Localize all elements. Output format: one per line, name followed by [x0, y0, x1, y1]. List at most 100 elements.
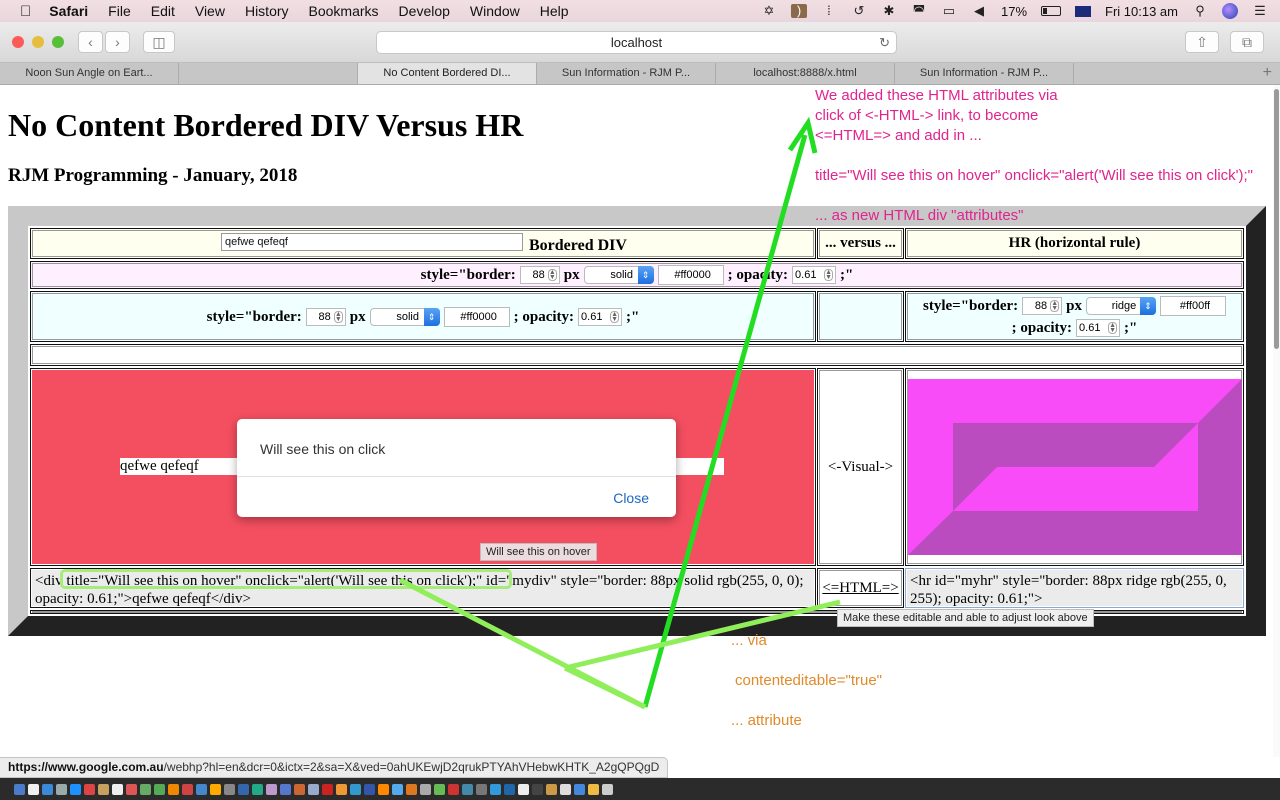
hr-opacity-input[interactable]: 0.61 ▲ ▼ [1076, 319, 1121, 338]
airplay-icon[interactable]: ▭ [941, 4, 957, 18]
content-textarea[interactable]: qefwe qefeqf [221, 233, 523, 251]
time-machine-icon[interactable]: ↺ [851, 4, 867, 18]
dock-app-icon[interactable] [588, 783, 599, 795]
menu-history[interactable]: History [245, 3, 289, 19]
dock-app-icon[interactable] [490, 783, 501, 795]
dock-app-icon[interactable] [392, 783, 403, 795]
bluetooth-icon[interactable]: ✱ [881, 4, 897, 18]
document-icon[interactable] [28, 783, 39, 795]
dock-app-icon[interactable] [308, 783, 319, 795]
menu-help[interactable]: Help [540, 3, 569, 19]
dock-app-icon[interactable] [210, 783, 221, 795]
shared-border-width-input[interactable]: 88 ▲ ▼ [519, 266, 560, 285]
dock-app-icon[interactable] [154, 783, 165, 795]
menu-file[interactable]: File [108, 3, 131, 19]
shared-border-style-select[interactable]: solid ⇕ [583, 266, 654, 285]
volume-icon[interactable]: ◀ [971, 4, 987, 18]
zoom-window-button[interactable] [52, 36, 64, 48]
speaker-app-icon[interactable]: ) [790, 4, 807, 18]
dock-app-icon[interactable] [224, 783, 235, 795]
reload-icon[interactable]: ↻ [879, 32, 890, 54]
alert-close-button[interactable]: Close [613, 490, 649, 506]
spinner-icon[interactable]: ▲ ▼ [333, 311, 343, 324]
clock[interactable]: Fri 10:13 am [1105, 4, 1178, 19]
tab-noon-sun[interactable]: Noon Sun Angle on Eart... [0, 63, 179, 84]
notification-center-icon[interactable]: ☰ [1252, 4, 1268, 18]
dock-app-icon[interactable] [476, 783, 487, 795]
dock-app-icon[interactable] [196, 783, 207, 795]
scrollbar-thumb[interactable] [1274, 89, 1279, 349]
html-toggle-link[interactable]: <=HTML=> [817, 568, 904, 608]
vlc-icon[interactable] [378, 783, 389, 795]
dock-app-icon[interactable] [448, 783, 459, 795]
address-bar[interactable]: localhost ↻ [376, 31, 897, 54]
flag-au-icon[interactable] [1075, 5, 1092, 17]
shared-opacity-input[interactable]: 0.61 ▲ ▼ [792, 266, 837, 285]
dock-app-icon[interactable] [98, 783, 109, 795]
siri-icon[interactable] [1222, 3, 1238, 19]
dock-app-icon[interactable] [126, 783, 137, 795]
battery-icon[interactable] [1041, 6, 1062, 16]
spotlight-icon[interactable]: ⚲ [1192, 4, 1208, 18]
spinner-icon[interactable]: ▲ ▼ [824, 269, 834, 282]
menu-develop[interactable]: Develop [399, 3, 450, 19]
minimize-window-button[interactable] [32, 36, 44, 48]
hr-html-code[interactable]: <hr id="myhr" style="border: 88px ridge … [907, 570, 1242, 607]
hr-border-color-input[interactable]: #ff00ff [1160, 296, 1227, 317]
safari-icon[interactable] [70, 783, 81, 795]
dock-app-icon[interactable] [504, 783, 515, 795]
hr-border-width-input[interactable]: 88 ▲ ▼ [1022, 297, 1063, 316]
wifi-icon[interactable]: ◚ [911, 4, 927, 18]
spinner-icon[interactable]: ▲ ▼ [1108, 322, 1118, 335]
dock-app-icon[interactable] [280, 783, 291, 795]
dock-app-icon[interactable] [574, 783, 585, 795]
dock-app-icon[interactable] [294, 783, 305, 795]
dock-app-icon[interactable] [420, 783, 431, 795]
menu-window[interactable]: Window [470, 3, 520, 19]
spinner-icon[interactable]: ▲ ▼ [610, 311, 620, 324]
back-button[interactable]: ‹ [78, 31, 103, 53]
tab-sun-information-2[interactable]: Sun Information - RJM P... [895, 63, 1074, 84]
dock-app-icon[interactable] [350, 783, 361, 795]
dock-app-icon[interactable] [546, 783, 557, 795]
dock-app-icon[interactable] [84, 783, 95, 795]
avast-icon[interactable]: ✡ [761, 4, 777, 18]
signal-icon[interactable]: ⁞ [821, 4, 837, 18]
dock-app-icon[interactable] [560, 783, 571, 795]
dock-app-icon[interactable] [56, 783, 67, 795]
dock-app-icon[interactable] [462, 783, 473, 795]
dock-app-icon[interactable] [112, 783, 123, 795]
div-border-style-select[interactable]: solid ⇕ [369, 308, 440, 327]
spinner-icon[interactable]: ▲ ▼ [1050, 300, 1060, 313]
share-button[interactable]: ⇧ [1185, 31, 1219, 53]
dock-app-icon[interactable] [364, 783, 375, 795]
menu-bookmarks[interactable]: Bookmarks [309, 3, 379, 19]
dock-app-icon[interactable] [238, 783, 249, 795]
dock-app-icon[interactable] [266, 783, 277, 795]
finder-icon[interactable] [14, 783, 25, 795]
hr-border-style-select[interactable]: ridge ⇕ [1086, 297, 1157, 316]
div-border-color-input[interactable]: #ff0000 [443, 307, 510, 328]
dock-app-icon[interactable] [336, 783, 347, 795]
tabs-overview-button[interactable]: ⧉ [1230, 31, 1264, 53]
tab-localhost-x[interactable]: localhost:8888/x.html [716, 63, 895, 84]
filezilla-icon[interactable] [322, 783, 333, 795]
dock-app-icon[interactable] [434, 783, 445, 795]
sidebar-button[interactable]: ◫ [143, 31, 175, 53]
spinner-icon[interactable]: ▲ ▼ [547, 269, 557, 282]
dock-app-icon[interactable] [252, 783, 263, 795]
tab-no-content-bordered-div[interactable]: No Content Bordered DI... [358, 63, 537, 84]
dock-app-icon[interactable] [168, 783, 179, 795]
new-tab-button[interactable]: + [1263, 63, 1272, 83]
dock-app-icon[interactable] [182, 783, 193, 795]
apple-menu-icon[interactable]:  [20, 3, 31, 20]
menu-edit[interactable]: Edit [151, 3, 175, 19]
close-window-button[interactable] [12, 36, 24, 48]
page-scrollbar[interactable] [1273, 85, 1280, 757]
tab-sun-information-1[interactable]: Sun Information - RJM P... [537, 63, 716, 84]
dock-app-icon[interactable] [42, 783, 53, 795]
div-opacity-input[interactable]: 0.61 ▲ ▼ [578, 308, 623, 327]
dock-app-icon[interactable] [406, 783, 417, 795]
dock-app-icon[interactable] [140, 783, 151, 795]
trash-icon[interactable] [602, 783, 613, 795]
